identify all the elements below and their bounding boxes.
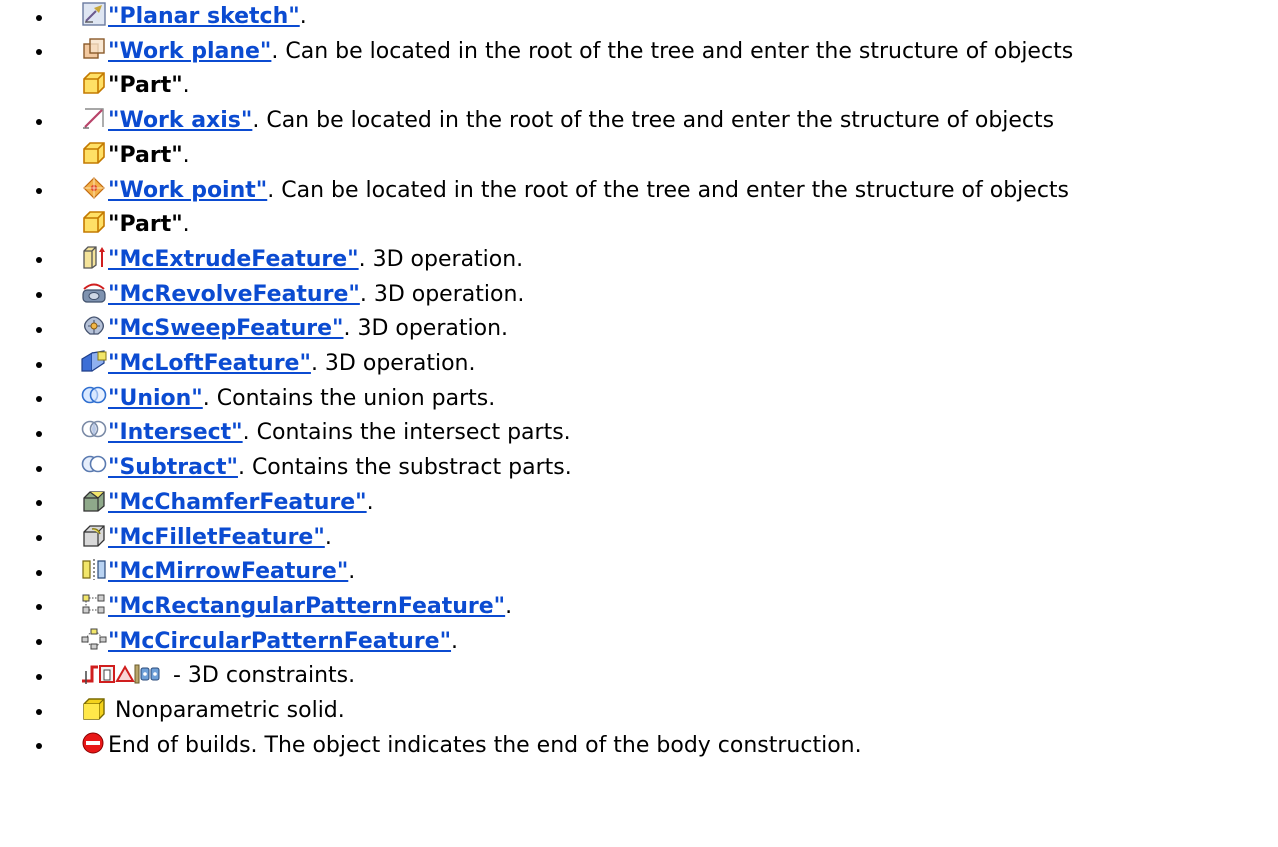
item-text: . Contains the union parts. [202, 385, 496, 411]
item-text: . Can be located in the root of the tree… [267, 177, 1070, 203]
work-point-link[interactable]: "Work point" [108, 178, 267, 203]
item-text: End of builds. The object indicates the … [108, 732, 862, 758]
item-text: . 3D operation. [310, 351, 476, 377]
nonparametric-solid-icon [80, 696, 108, 720]
work-plane-icon [80, 37, 108, 61]
intersect-icon [80, 418, 108, 442]
item-text: . [299, 4, 307, 29]
list-item: "Subtract". Contains the substract parts… [0, 451, 1278, 486]
item-text: . Can be located in the root of the tree… [252, 108, 1055, 134]
extrude-feature-link[interactable]: "McExtrudeFeature" [108, 247, 359, 272]
list-item: "Planar sketch". [0, 0, 1278, 35]
item-text: . [348, 559, 356, 585]
list-item: Nonparametric solid. [0, 694, 1278, 729]
loft-feature-link[interactable]: "McLoftFeature" [108, 351, 311, 376]
list-item: End of builds. The object indicates the … [0, 729, 1278, 764]
part-label: "Part" [108, 73, 183, 99]
extrude-feature-icon [80, 245, 108, 269]
fillet-feature-link[interactable]: "McFilletFeature" [108, 525, 325, 550]
work-point-icon [80, 176, 108, 200]
sweep-feature-link[interactable]: "McSweepFeature" [108, 316, 343, 341]
list-item: "Intersect". Contains the intersect part… [0, 416, 1278, 451]
feature-list: "Planar sketch". "Work plane". Can be lo… [0, 0, 1278, 763]
subtract-icon [80, 453, 108, 477]
revolve-feature-icon [80, 280, 108, 304]
end-of-builds-icon [80, 731, 108, 755]
list-item: "McChamferFeature". [0, 486, 1278, 521]
revolve-feature-link[interactable]: "McRevolveFeature" [108, 282, 360, 307]
subtract-link[interactable]: "Subtract" [108, 455, 238, 480]
item-text: . 3D operation. [343, 316, 509, 342]
part-label: "Part" [108, 142, 183, 168]
part-label: "Part" [108, 212, 183, 238]
list-item: "Work point". Can be located in the root… [0, 174, 1278, 243]
list-item: "Work plane". Can be located in the root… [0, 35, 1278, 104]
fillet-feature-icon [80, 523, 108, 547]
list-item: "Work axis". Can be located in the root … [0, 104, 1278, 173]
part-line: "Part". [80, 69, 1278, 104]
item-text: - 3D constraints. [166, 663, 356, 689]
chamfer-feature-link[interactable]: "McChamferFeature" [108, 490, 367, 515]
part-line: "Part". [80, 208, 1278, 243]
item-text: Nonparametric solid. [108, 698, 345, 724]
sweep-feature-icon [80, 314, 108, 338]
work-plane-link[interactable]: "Work plane" [108, 39, 271, 64]
item-text: . [366, 489, 374, 515]
intersect-link[interactable]: "Intersect" [108, 420, 243, 445]
circular-pattern-icon [80, 627, 108, 651]
chamfer-feature-icon [80, 488, 108, 512]
list-item: "McMirrowFeature". [0, 555, 1278, 590]
item-text: . 3D operation. [358, 246, 524, 272]
work-axis-icon [80, 106, 108, 130]
loft-feature-icon [80, 349, 108, 373]
part-cube-icon [80, 71, 108, 95]
mirror-feature-icon [80, 557, 108, 581]
item-text: . Can be located in the root of the tree… [271, 38, 1074, 64]
item-text: . [505, 593, 513, 619]
circular-pattern-link[interactable]: "McCircularPatternFeature" [108, 629, 451, 654]
list-item: "McCircularPatternFeature". [0, 625, 1278, 660]
item-text: . [324, 524, 332, 550]
union-link[interactable]: "Union" [108, 386, 203, 411]
rectangular-pattern-icon [80, 592, 108, 616]
item-text: . [451, 628, 459, 654]
work-axis-link[interactable]: "Work axis" [108, 108, 252, 133]
planar-sketch-link[interactable]: "Planar sketch" [108, 4, 300, 29]
part-line: "Part". [80, 139, 1278, 174]
list-item: "McSweepFeature". 3D operation. [0, 312, 1278, 347]
item-text: . Contains the substract parts. [237, 455, 572, 481]
part-cube-icon [80, 141, 108, 165]
rectangular-pattern-link[interactable]: "McRectangularPatternFeature" [108, 594, 505, 619]
item-text: . Contains the intersect parts. [242, 420, 571, 446]
planar-sketch-icon [80, 2, 108, 26]
list-item: "McRectangularPatternFeature". [0, 590, 1278, 625]
list-item: "Union". Contains the union parts. [0, 382, 1278, 417]
list-item: "McRevolveFeature". 3D operation. [0, 278, 1278, 313]
3d-constraints-icons [80, 661, 166, 685]
list-item: - 3D constraints. [0, 659, 1278, 694]
part-tail: . [182, 212, 190, 238]
list-item: "McLoftFeature". 3D operation. [0, 347, 1278, 382]
mirror-feature-link[interactable]: "McMirrowFeature" [108, 559, 348, 584]
part-tail: . [182, 73, 190, 99]
part-cube-icon [80, 210, 108, 234]
list-item: "McFilletFeature". [0, 521, 1278, 556]
union-icon [80, 384, 108, 408]
part-tail: . [182, 142, 190, 168]
list-item: "McExtrudeFeature". 3D operation. [0, 243, 1278, 278]
item-text: . 3D operation. [359, 281, 525, 307]
